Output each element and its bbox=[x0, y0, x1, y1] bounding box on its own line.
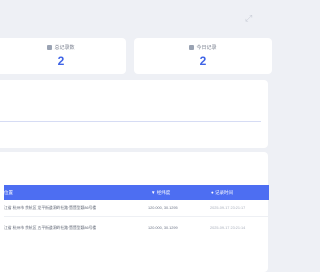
row-time: 2025-09-17 23:21:14 bbox=[210, 226, 246, 230]
filter-input-underline[interactable] bbox=[0, 121, 261, 122]
calendar-icon bbox=[189, 45, 195, 50]
total-records-value: 2 bbox=[57, 54, 65, 68]
table-row[interactable]: 江省 杭州市 余杭区 龙平街道洞岭社路·暨暨型颖86号楼 120.000, 30… bbox=[4, 202, 269, 216]
total-records-card: 总记录数 2 bbox=[0, 38, 126, 74]
header-time: ● 记录时间 bbox=[211, 190, 233, 195]
filter-panel bbox=[0, 80, 268, 148]
today-records-card: 今日记录 2 bbox=[134, 38, 272, 74]
row-time: 2025-09-17 23:21:17 bbox=[210, 206, 246, 210]
row-location: 江省 杭州市 余杭区 龙平街道洞岭社路·暨暨型颖86号楼 bbox=[4, 206, 97, 210]
record-icon bbox=[47, 45, 53, 50]
table-header: 位置 ▼ 经纬度 ● 记录时间 bbox=[4, 185, 269, 200]
expand-icon[interactable]: ⤢ bbox=[245, 14, 254, 23]
today-records-value: 2 bbox=[199, 54, 207, 68]
row-coordinates: 120.000, 30.1295 bbox=[148, 206, 178, 210]
row-location: 江省 杭州市 余杭区 五平街道洞岭社路·暨暨型颖86号楼 bbox=[4, 226, 97, 230]
top-bar: ⤢ bbox=[0, 0, 265, 34]
table-row[interactable]: 江省 杭州市 余杭区 五平街道洞岭社路·暨暨型颖86号楼 120.000, 30… bbox=[4, 222, 269, 236]
header-coordinates: ▼ 经纬度 bbox=[151, 190, 171, 195]
row-coordinates: 120.000, 30.1299 bbox=[148, 226, 178, 230]
today-records-label: 今日记录 bbox=[196, 45, 217, 51]
total-records-label: 总记录数 bbox=[54, 45, 75, 51]
row-divider bbox=[4, 216, 269, 217]
header-location: 位置 bbox=[4, 190, 13, 195]
